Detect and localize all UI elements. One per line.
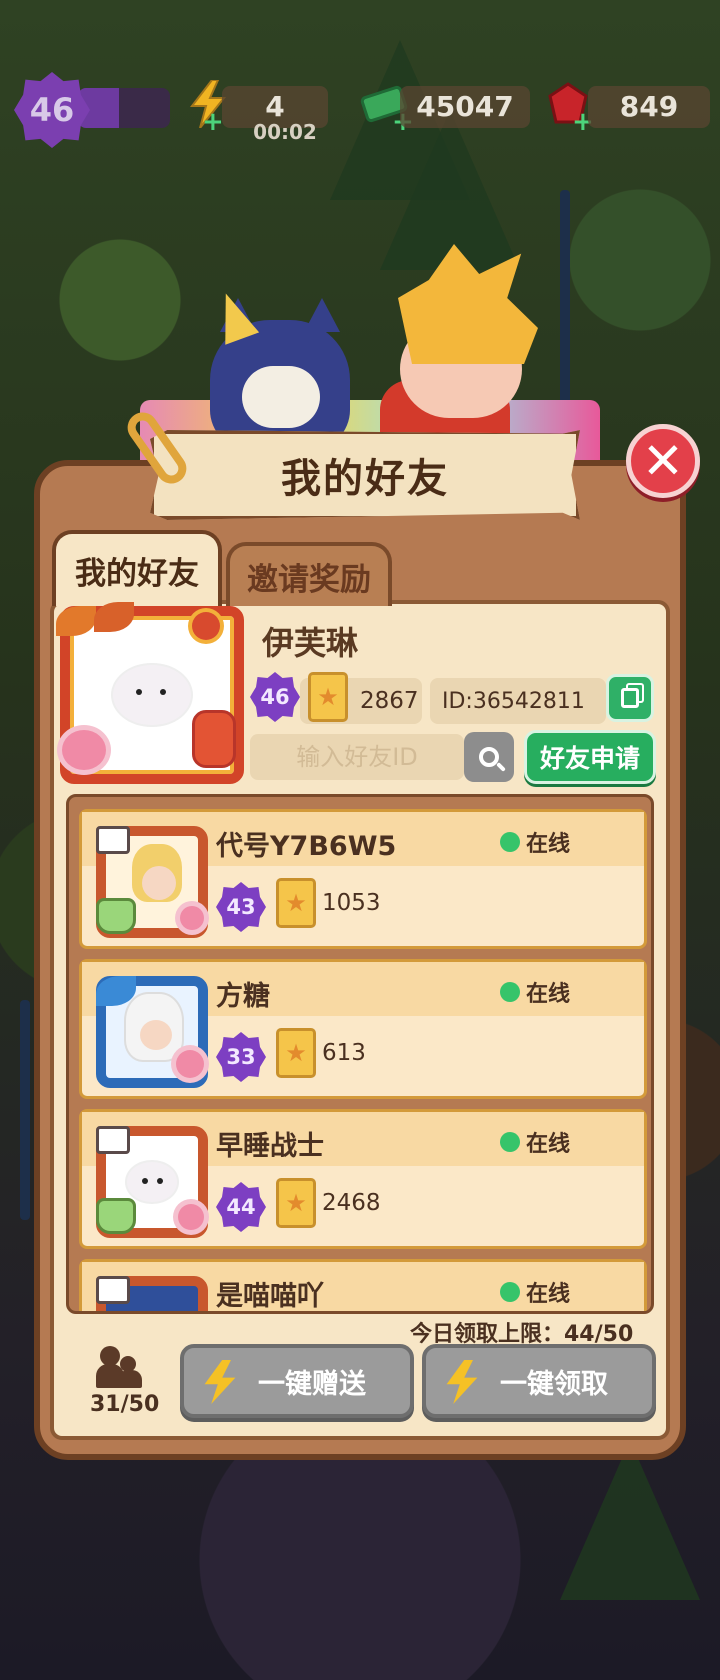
cash-value: 45047 — [416, 90, 514, 123]
friend-row[interactable]: 方糖 在线 33 ★ 613 — [79, 959, 647, 1099]
friend-level-badge: 33 — [216, 1032, 266, 1082]
friend-name: 代号Y7B6W5 — [216, 831, 397, 862]
profile-card-count: 2867 — [360, 688, 419, 714]
friend-row[interactable]: 代号Y7B6W5 在线 43 ★ 1053 — [79, 809, 647, 949]
profile-id-text: ID:36542811 — [442, 688, 585, 714]
profile-level-badge: 46 — [250, 672, 300, 722]
online-dot-icon — [500, 1282, 520, 1302]
friend-level: 33 — [226, 1045, 256, 1069]
friend-level: 44 — [226, 1195, 256, 1219]
star-card-icon: ★ — [276, 1178, 316, 1228]
status-text: 在线 — [526, 1132, 571, 1157]
online-dot-icon — [500, 1132, 520, 1152]
status-text: 在线 — [526, 832, 571, 857]
send-all-button[interactable]: 一键赠送 — [180, 1344, 414, 1418]
tab-label: 我的好友 — [75, 555, 199, 592]
dialog-title: 我的好友 — [281, 456, 449, 502]
player-level-badge[interactable]: 46 — [14, 72, 90, 148]
search-button[interactable] — [464, 732, 514, 782]
friend-row[interactable]: 是喵喵吖 在线 — [79, 1259, 647, 1312]
claim-all-button[interactable]: 一键领取 — [422, 1344, 656, 1418]
status-text: 在线 — [526, 1282, 571, 1307]
friend-level-badge: 43 — [216, 882, 266, 932]
friend-request-label: 好友申请 — [539, 744, 640, 773]
close-icon: ✕ — [642, 432, 684, 490]
friend-level-badge: 44 — [216, 1182, 266, 1232]
tab-invite-rewards[interactable]: 邀请奖励 — [226, 542, 392, 606]
cash-counter: 45047 — [400, 86, 530, 128]
friends-list[interactable]: 代号Y7B6W5 在线 43 ★ 1053 方糖 在线 33 ★ 613 早睡战… — [66, 794, 654, 1314]
close-button[interactable]: ✕ — [626, 424, 700, 498]
friend-count: 31/50 — [90, 1392, 160, 1417]
copy-id-button[interactable] — [606, 674, 654, 722]
friend-name: 方糖 — [216, 981, 270, 1012]
profile-level: 46 — [260, 685, 290, 709]
star-card-icon: ★ — [308, 672, 348, 722]
dialog-title-banner: 我的好友 — [150, 430, 580, 520]
status-text: 在线 — [526, 982, 571, 1007]
online-status: 在线 — [500, 1126, 570, 1158]
online-status: 在线 — [500, 1276, 570, 1308]
copy-icon — [621, 688, 639, 708]
profile-name: 伊芙琳 — [262, 624, 359, 662]
online-dot-icon — [500, 982, 520, 1002]
gem-counter: 849 — [588, 86, 710, 128]
lamp-post — [560, 190, 570, 410]
tree-decoration — [560, 1440, 700, 1600]
claim-all-label: 一键领取 — [500, 1368, 608, 1400]
energy-value: 4 — [265, 90, 285, 123]
friend-card-count: 613 — [322, 1040, 366, 1066]
level-progress-bar — [78, 88, 170, 128]
online-status: 在线 — [500, 976, 570, 1008]
friends-icon — [96, 1346, 144, 1388]
friend-avatar[interactable] — [90, 820, 214, 944]
energy-bolt-icon — [204, 1360, 236, 1404]
friend-request-button[interactable]: 好友申请 — [524, 730, 656, 784]
lamp-post — [20, 1000, 30, 1220]
tab-label: 邀请奖励 — [247, 561, 371, 598]
friend-name: 是喵喵吖 — [216, 1281, 324, 1312]
gem-value: 849 — [619, 90, 679, 123]
friend-avatar[interactable] — [90, 970, 214, 1094]
friend-avatar[interactable] — [90, 1270, 214, 1311]
star-card-icon: ★ — [276, 878, 316, 928]
friend-avatar[interactable] — [90, 1120, 214, 1244]
add-energy-icon[interactable]: + — [202, 109, 224, 135]
star-card-icon: ★ — [276, 1028, 316, 1078]
friend-card-count: 2468 — [322, 1190, 381, 1216]
search-icon — [479, 747, 499, 767]
friend-card-count: 1053 — [322, 890, 381, 916]
friend-level: 43 — [226, 895, 256, 919]
friend-row[interactable]: 早睡战士 在线 44 ★ 2468 — [79, 1109, 647, 1249]
online-dot-icon — [500, 832, 520, 852]
friend-name: 早睡战士 — [216, 1131, 324, 1162]
player-level-value: 46 — [29, 91, 75, 129]
online-status: 在线 — [500, 826, 570, 858]
friend-id-input[interactable] — [250, 734, 464, 780]
profile-avatar[interactable] — [54, 600, 250, 790]
tab-my-friends[interactable]: 我的好友 — [52, 530, 222, 606]
energy-bolt-icon — [446, 1360, 478, 1404]
energy-timer: 00:02 — [253, 120, 317, 144]
send-all-label: 一键赠送 — [258, 1368, 366, 1400]
profile-id: ID:36542811 — [430, 678, 606, 724]
